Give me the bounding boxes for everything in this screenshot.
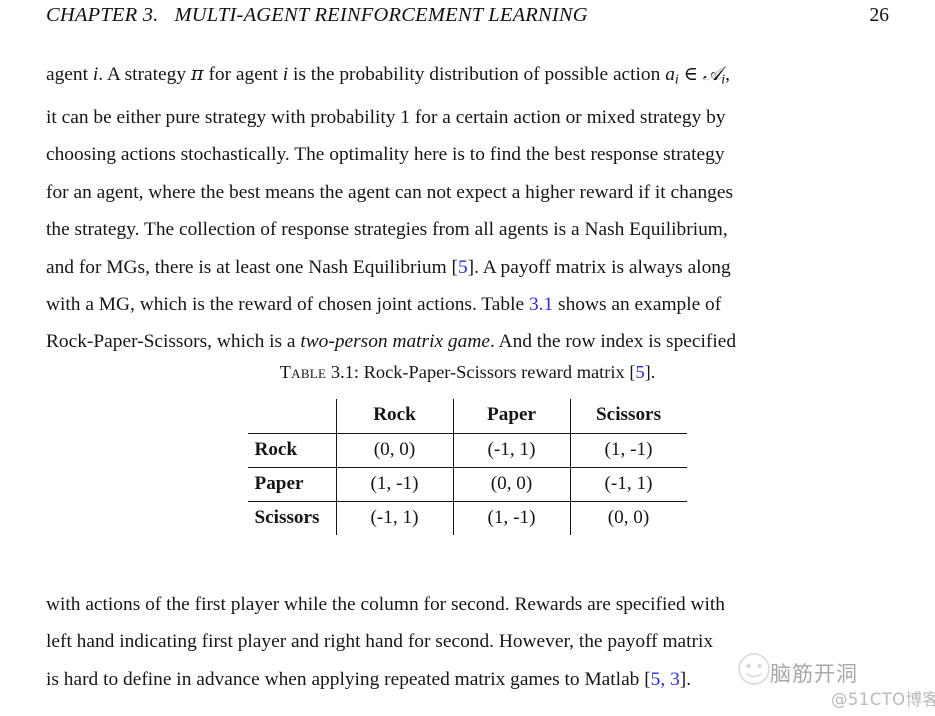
row-header-rock: Rock [248,433,337,468]
line-text: ]. A payoff matrix is always along [467,256,731,278]
line-text: is the probability distribution of possi… [288,64,666,85]
watermark-chinese-text: 脑筋开洞 [770,662,858,686]
payoff-matrix-table: Rock Paper Scissors Rock (0, 0) (-1, 1) … [248,399,687,535]
column-header-rock: Rock [335,399,454,434]
table-caption-label: Table [279,362,327,382]
math-calligraphic-A: 𝒜 [702,62,722,85]
math-variable-a: a [665,64,675,85]
row-header-scissors: Scissors [248,501,337,535]
page-number: 26 [869,5,890,26]
math-symbol-pi: π [190,62,204,85]
caption-citation-link[interactable]: 5 [635,362,644,382]
table-body: Rock (0, 0) (-1, 1) (1, -1) Paper (1, -1… [248,433,687,535]
paragraph-top: agent i. A strategy π for agent i is the… [46,55,912,361]
line-text: ]. [679,668,692,690]
column-header-paper: Paper [452,399,571,434]
avatar-circle-logo-icon [738,653,770,685]
table-row: Paper (1, -1) (0, 0) (-1, 1) [248,467,687,502]
cell-paper-rock: (1, -1) [335,467,454,502]
line-text: agent [46,64,93,85]
citation-link[interactable]: 5 [458,257,468,278]
text-line: agent i. A strategy π for agent i is the… [46,55,912,99]
text-line: the strategy. The collection of response… [46,219,728,241]
line-text: . A strategy [98,64,191,85]
table-caption-number: 3.1: [330,362,359,382]
cell-rock-scissors: (1, -1) [569,433,687,468]
cell-rock-paper: (-1, 1) [452,433,571,468]
cell-paper-scissors: (-1, 1) [569,467,687,502]
text-line: Rock-Paper-Scissors, which is a two-pers… [46,323,912,360]
line-text: Rock-Paper-Scissors, which is a [46,331,301,353]
cell-scissors-scissors: (0, 0) [569,501,687,535]
line-text: for agent [203,64,283,85]
line-text: and for MGs, there is at least one Nash … [46,256,458,278]
table-corner-cell [248,399,336,434]
table-caption-tail: ]. [644,362,656,382]
text-line: choosing actions stochastically. The opt… [46,144,725,166]
line-text: shows an example of [553,294,722,316]
table-row: Scissors (-1, 1) (1, -1) (0, 0) [248,501,687,535]
chapter-title: CHAPTER 3. MULTI-AGENT REINFORCEMENT LEA… [46,4,588,26]
running-header: CHAPTER 3. MULTI-AGENT REINFORCEMENT LEA… [46,4,889,30]
table-caption: Table 3.1: Rock-Paper-Scissors reward ma… [0,362,935,383]
cell-paper-paper: (0, 0) [452,467,571,502]
cell-scissors-paper: (1, -1) [452,501,571,535]
cell-rock-rock: (0, 0) [335,433,454,468]
table-head: Rock Paper Scissors [248,399,687,434]
line-text: , [725,64,730,85]
column-header-scissors: Scissors [569,399,687,434]
line-text: with a MG, which is the reward of chosen… [46,294,529,316]
text-line: with a MG, which is the reward of chosen… [46,286,912,323]
watermark-site-tag: @51CTO博客 [831,690,935,709]
table-block: Table 3.1: Rock-Paper-Scissors reward ma… [0,362,935,535]
line-text: ∈ [678,64,703,85]
text-line: with actions of the first player while t… [46,594,726,615]
emphasis-text: two-person matrix game [300,331,490,353]
table-reference-link[interactable]: 3.1 [529,294,553,315]
text-line: left hand indicating first player and ri… [46,631,714,653]
table-header-row: Rock Paper Scissors [248,399,687,434]
table-row: Rock (0, 0) (-1, 1) (1, -1) [248,433,687,468]
text-line: for an agent, where the best means the a… [46,181,733,203]
pdf-page: CHAPTER 3. MULTI-AGENT REINFORCEMENT LEA… [0,0,935,716]
text-line: it can be either pure strategy with prob… [46,107,726,129]
line-text: is hard to define in advance when applyi… [46,668,651,690]
table-caption-text: Rock-Paper-Scissors reward matrix [ [363,362,636,382]
text-line: and for MGs, there is at least one Nash … [46,249,912,286]
row-header-paper: Paper [248,467,337,502]
line-text: . And the row index is specified [489,331,737,353]
citation-link[interactable]: 5, 3 [651,669,680,690]
cell-scissors-rock: (-1, 1) [335,501,454,535]
